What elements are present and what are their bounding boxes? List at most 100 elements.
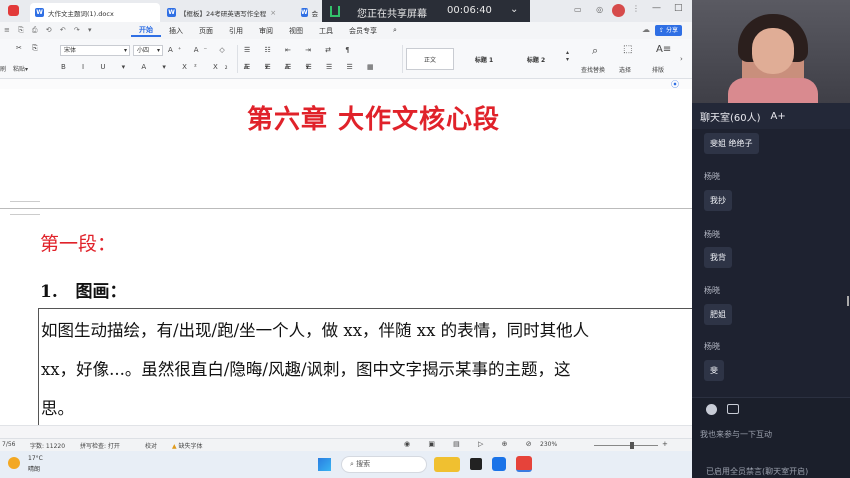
chat-username: 杨晓 — [704, 342, 720, 351]
chat-message: 斐姐 绝绝子 — [704, 133, 759, 154]
find-replace-icon[interactable]: ⌕ — [592, 44, 598, 58]
status-bar: 7/56 字数: 11220 拼写检查: 打开 校对 ▲ 缺失字体 ◉ ▣ ▤ … — [0, 438, 692, 451]
horizontal-scrollbar[interactable] — [0, 425, 692, 438]
taskbar-search[interactable]: ⌕ 搜索 — [341, 456, 427, 473]
select-button[interactable]: 选择 — [619, 65, 631, 74]
share-timer: 00:06:40 — [447, 5, 492, 16]
app-icon-blue[interactable] — [492, 457, 506, 471]
style-heading-2[interactable]: 标题 2 — [510, 48, 562, 70]
maximize-icon[interactable]: □ — [674, 3, 683, 13]
tab-doc-2[interactable]: W 【框板】24考研英语写作全程 × — [162, 3, 294, 22]
chevron-down-icon: ▾ — [123, 47, 127, 54]
chat-message: 我抄 — [704, 190, 732, 211]
chevron-right-icon[interactable]: › — [680, 55, 683, 63]
layout-icon[interactable]: A≡ — [656, 44, 671, 55]
wps-logo-icon — [8, 5, 19, 16]
page-break-line — [0, 208, 692, 209]
spell-check-status[interactable]: 拼写检查: 打开 — [80, 441, 120, 450]
clipboard-icons[interactable]: ✂ ⎘ — [16, 44, 42, 53]
menu-tools[interactable]: 工具 — [311, 26, 341, 36]
screen-share-bar: 您正在共享屏幕 00:06:40 ⌄ — [322, 0, 530, 22]
layout-button[interactable]: 排版 — [652, 65, 664, 74]
weather-desc[interactable]: 晴朗 — [28, 464, 40, 473]
align-buttons[interactable]: ☰ ☰ ☰ ☰ ☰ ☰ ▦ — [244, 63, 380, 71]
item-number: 1. — [40, 282, 58, 302]
word-count[interactable]: 字数: 11220 — [30, 441, 65, 450]
divider — [237, 45, 238, 73]
word-doc-icon: W — [35, 8, 44, 17]
avatar[interactable] — [612, 4, 625, 17]
chat-message: 肥姐 — [704, 304, 732, 325]
tab-label: 大作文主题词(1).docx — [48, 9, 114, 18]
share-button[interactable]: ⇪ 分享 — [655, 25, 682, 36]
quick-access-toolbar[interactable]: ≡ ⎘ ⎙ ⟲ ↶ ↷ ▾ — [4, 26, 95, 35]
style-normal[interactable]: 正文 — [406, 48, 454, 70]
divider — [402, 45, 403, 73]
wps-taskbar-icon[interactable] — [516, 456, 532, 472]
font-size-buttons[interactable]: A⁺ A⁻ ◇ — [168, 46, 230, 54]
item-heading: 1. 图画： — [40, 277, 127, 302]
chat-input[interactable]: 我也来参与一下互动 — [700, 429, 772, 440]
find-replace-button[interactable]: 查找替换 — [581, 65, 605, 74]
zoom-slider[interactable] — [594, 445, 658, 446]
menu-insert[interactable]: 插入 — [161, 26, 191, 36]
chevron-down-icon: ▾ — [156, 47, 160, 54]
style-heading-1[interactable]: 标题 1 — [458, 48, 510, 70]
chat-message: 斐 — [704, 360, 724, 381]
section-title: 第一段： — [40, 233, 117, 255]
tab-doc-1[interactable]: W 大作文主题词(1).docx — [30, 3, 160, 22]
select-icon[interactable]: ⬚ — [623, 44, 632, 55]
paste-button[interactable]: 粘贴▾ — [13, 64, 28, 73]
screen: W 大作文主题词(1).docx W 【框板】24考研英语写作全程 × W 会 … — [0, 0, 850, 478]
font-size-button[interactable]: A+ — [771, 111, 786, 122]
chat-title: 聊天室(60人) — [700, 112, 761, 124]
word-doc-icon: W — [167, 8, 176, 17]
zoom-in-icon[interactable]: + — [662, 440, 668, 448]
menu-review[interactable]: 审阅 — [251, 26, 281, 36]
cloud-icon[interactable]: ☁ — [642, 25, 650, 34]
widget-icon[interactable] — [434, 457, 460, 472]
format-brush-button[interactable]: 刷 — [0, 64, 6, 73]
ruler: ⦿ — [0, 79, 692, 89]
emoji-icon[interactable] — [706, 404, 717, 415]
missing-font-button[interactable]: ▲ 缺失字体 — [172, 441, 203, 450]
zoom-slider-thumb[interactable] — [630, 442, 634, 449]
image-icon[interactable] — [727, 404, 739, 414]
list-buttons[interactable]: ☰ ☷ ⇤ ⇥ ⇄ ¶ — [244, 46, 356, 54]
style-scroll-icon[interactable]: ▴ ▾ — [566, 49, 569, 63]
weather-icon[interactable] — [8, 457, 20, 469]
app-icon-black[interactable] — [470, 458, 482, 470]
item-title: 图画： — [75, 282, 127, 302]
close-icon[interactable]: × — [270, 9, 276, 17]
document-page[interactable]: 第六章 大作文核心段 第一段： 1. 图画： 如图生动描绘，有/出现/跑/坐一个… — [0, 89, 692, 425]
view-mode-icons[interactable]: ◉ ▣ ▤ ▷ ⊕ ⊘ — [404, 440, 540, 448]
menu-bar: ≡ ⎘ ⎙ ⟲ ↶ ↷ ▾ 开始 插入 页面 引用 审阅 视图 工具 会员专享 … — [0, 22, 692, 39]
body-line-2: xx，好像...。虽然很直白/隐晦/风趣/讽刺，图中文字揭示某事的主题，这 — [41, 360, 571, 379]
chat-header: 聊天室(60人) A+ — [692, 103, 850, 129]
menu-view[interactable]: 视图 — [281, 26, 311, 36]
share-status-text: 您正在共享屏幕 — [357, 9, 427, 20]
tab-label: 【框板】24考研英语写作全程 — [180, 9, 267, 18]
signal-icon — [330, 6, 340, 17]
webcam-video — [692, 0, 850, 103]
weather-temp[interactable]: 17°C — [28, 455, 43, 462]
menu-page[interactable]: 页面 — [191, 26, 221, 36]
chat-message: 我背 — [704, 247, 732, 268]
menu-reference[interactable]: 引用 — [221, 26, 251, 36]
search-icon[interactable]: ⌕ — [385, 26, 405, 35]
proofread-button[interactable]: 校对 — [145, 441, 157, 450]
menu-home[interactable]: 开始 — [131, 25, 161, 37]
font-name-select[interactable]: 宋体 ▾ — [60, 45, 130, 56]
word-doc-icon: W — [301, 8, 308, 17]
zoom-level[interactable]: 230% — [540, 441, 557, 448]
page-indicator[interactable]: 7/56 — [2, 441, 15, 448]
font-size-select[interactable]: 小四 ▾ — [133, 45, 163, 56]
chat-footer-notice: 已启用全员禁言(聊天室开启) — [706, 467, 809, 476]
chevron-down-icon[interactable]: ⌄ — [510, 4, 518, 15]
minimize-icon[interactable]: — — [652, 3, 661, 13]
wps-writer-window: W 大作文主题词(1).docx W 【框板】24考研英语写作全程 × W 会 … — [0, 0, 692, 478]
more-icon[interactable]: ⋮ — [632, 4, 640, 13]
menu-vip[interactable]: 会员专享 — [341, 26, 385, 36]
tab-doc-3[interactable]: W 会 — [296, 3, 322, 22]
windows-start-icon[interactable] — [318, 458, 331, 471]
